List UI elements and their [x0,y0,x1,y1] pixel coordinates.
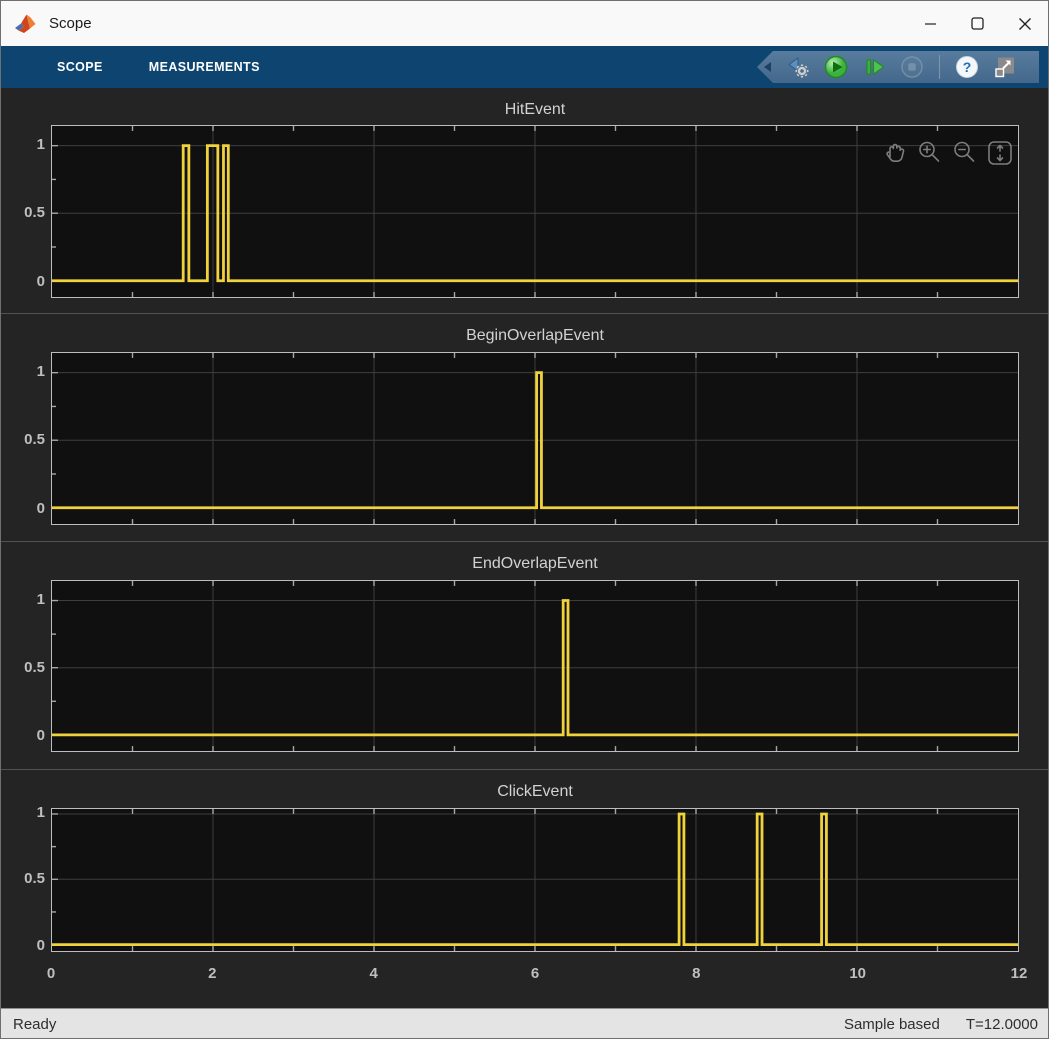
y-tick-label: 0.5 [1,430,45,450]
simulation-time-text: T=12.0000 [966,1016,1038,1033]
x-tick-label: 2 [190,964,234,984]
pan-icon[interactable] [880,138,910,168]
help-icon[interactable]: ? [954,54,980,80]
scope-panel-clickevent: ClickEvent 00.51024681012 [1,769,1048,1005]
status-text: Ready [13,1016,56,1033]
y-tick-label: 0.5 [1,203,45,223]
plot-title: ClickEvent [51,781,1019,803]
tab-scope[interactable]: SCOPE [57,60,103,74]
plot-canvas[interactable] [51,125,1019,298]
x-tick-label: 4 [352,964,396,984]
plot-canvas[interactable] [51,808,1019,952]
y-tick-label: 1 [1,590,45,610]
zoom-in-icon[interactable] [915,138,945,168]
scope-panel-beginoverlapevent: BeginOverlapEvent 0 0.5 1 [1,313,1048,541]
window-title: Scope [49,15,92,32]
plot-hover-toolbar [880,138,1015,168]
stop-icon [899,54,925,80]
plot-svg [52,809,1018,951]
maximize-button[interactable] [954,1,1001,46]
toolstrip: SCOPE MEASUREMENTS [1,46,1048,88]
run-icon[interactable] [823,54,849,80]
scope-display-area: HitEvent [1,88,1048,1008]
plot-svg [52,353,1018,524]
y-tick-label: 0.5 [1,869,45,889]
y-tick-label: 0.5 [1,658,45,678]
scope-panel-hitevent: HitEvent [1,88,1048,313]
tab-measurements[interactable]: MEASUREMENTS [149,60,260,74]
toolbar-separator [939,55,940,79]
y-tick-label: 0 [1,272,45,292]
simulation-pacing-icon[interactable] [785,54,811,80]
plot-title: BeginOverlapEvent [51,325,1019,347]
x-tick-label: 8 [674,964,718,984]
scope-panel-endoverlapevent: EndOverlapEvent 0 0.5 1 [1,541,1048,769]
svg-text:?: ? [963,59,972,75]
collapse-toolstrip-icon[interactable] [764,62,771,72]
titlebar: Scope [1,1,1048,46]
step-forward-icon[interactable] [861,54,887,80]
plot-svg [52,581,1018,751]
dock-icon[interactable] [992,54,1018,80]
y-tick-label: 0 [1,936,45,956]
scope-window: Scope SCOPE MEASUREMENTS [0,0,1049,1039]
y-tick-label: 1 [1,362,45,382]
plot-svg [52,126,1018,297]
x-tick-label: 12 [997,964,1041,984]
matlab-logo-icon [13,11,39,37]
x-tick-label: 0 [29,964,73,984]
fit-to-view-icon[interactable] [985,138,1015,168]
status-bar: Ready Sample based T=12.0000 [1,1008,1048,1039]
y-tick-label: 1 [1,803,45,823]
plot-canvas[interactable] [51,580,1019,752]
toolstrip-tabs: SCOPE MEASUREMENTS [57,60,260,74]
y-tick-label: 1 [1,135,45,155]
x-tick-label: 6 [513,964,557,984]
quick-access-toolbar: ? [757,51,1039,83]
plot-canvas[interactable] [51,352,1019,525]
x-tick-label: 10 [836,964,880,984]
y-tick-label: 0 [1,499,45,519]
plot-title: EndOverlapEvent [51,553,1019,575]
zoom-out-icon[interactable] [950,138,980,168]
sample-mode-text: Sample based [844,1016,940,1033]
y-tick-label: 0 [1,726,45,746]
plot-title: HitEvent [51,99,1019,121]
close-button[interactable] [1001,1,1048,46]
minimize-button[interactable] [907,1,954,46]
